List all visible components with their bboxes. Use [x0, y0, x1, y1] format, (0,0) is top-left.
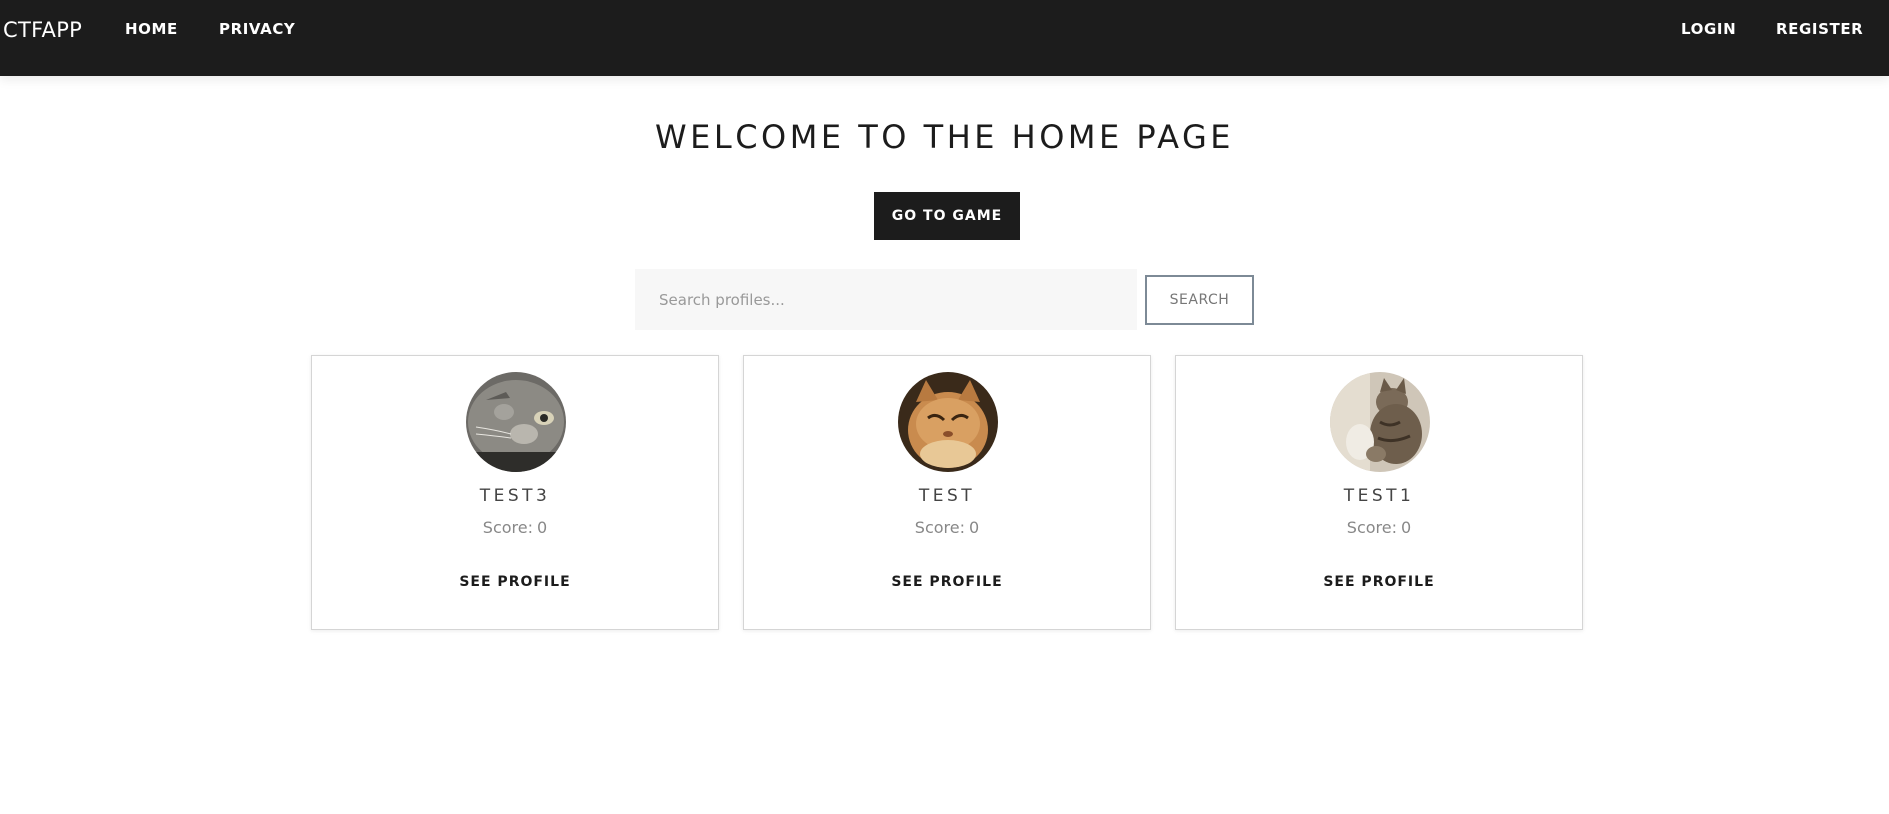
see-profile-link[interactable]: SEE PROFILE	[1176, 574, 1582, 590]
page-title: WELCOME TO THE HOME PAGE	[655, 118, 1234, 156]
see-profile-link[interactable]: SEE PROFILE	[312, 574, 718, 590]
profile-score: Score: 0	[312, 518, 718, 537]
nav-login-link[interactable]: LOGIN	[1681, 20, 1736, 38]
top-navbar: CTFAPP HOME PRIVACY LOGIN REGISTER	[0, 0, 1889, 76]
score-value: 0	[537, 518, 548, 537]
go-to-game-button[interactable]: GO TO GAME	[874, 192, 1020, 240]
search-button[interactable]: SEARCH	[1145, 275, 1254, 325]
nav-home-link[interactable]: HOME	[125, 20, 178, 38]
profile-card: TEST1 Score: 0 SEE PROFILE	[1175, 355, 1583, 630]
tabby-cat-avatar-icon	[1330, 372, 1430, 472]
score-label: Score:	[482, 518, 533, 537]
profile-score: Score: 0	[1176, 518, 1582, 537]
brand-logo[interactable]: CTFAPP	[3, 18, 82, 42]
profile-name: TEST3	[479, 486, 551, 506]
orange-cat-avatar-icon	[898, 372, 998, 472]
see-profile-link[interactable]: SEE PROFILE	[744, 574, 1150, 590]
profile-score: Score: 0	[744, 518, 1150, 537]
score-value: 0	[1401, 518, 1412, 537]
score-label: Score:	[914, 518, 965, 537]
nav-privacy-link[interactable]: PRIVACY	[219, 20, 295, 38]
nav-register-link[interactable]: REGISTER	[1776, 20, 1863, 38]
profile-name: TEST	[918, 486, 976, 506]
profile-card: TEST Score: 0 SEE PROFILE	[743, 355, 1151, 630]
profile-card: TEST3 Score: 0 SEE PROFILE	[311, 355, 719, 630]
profile-name: TEST1	[1343, 486, 1415, 506]
score-label: Score:	[1346, 518, 1397, 537]
search-profiles-input[interactable]	[635, 269, 1137, 330]
cat-meme-avatar-icon	[466, 372, 566, 472]
score-value: 0	[969, 518, 980, 537]
